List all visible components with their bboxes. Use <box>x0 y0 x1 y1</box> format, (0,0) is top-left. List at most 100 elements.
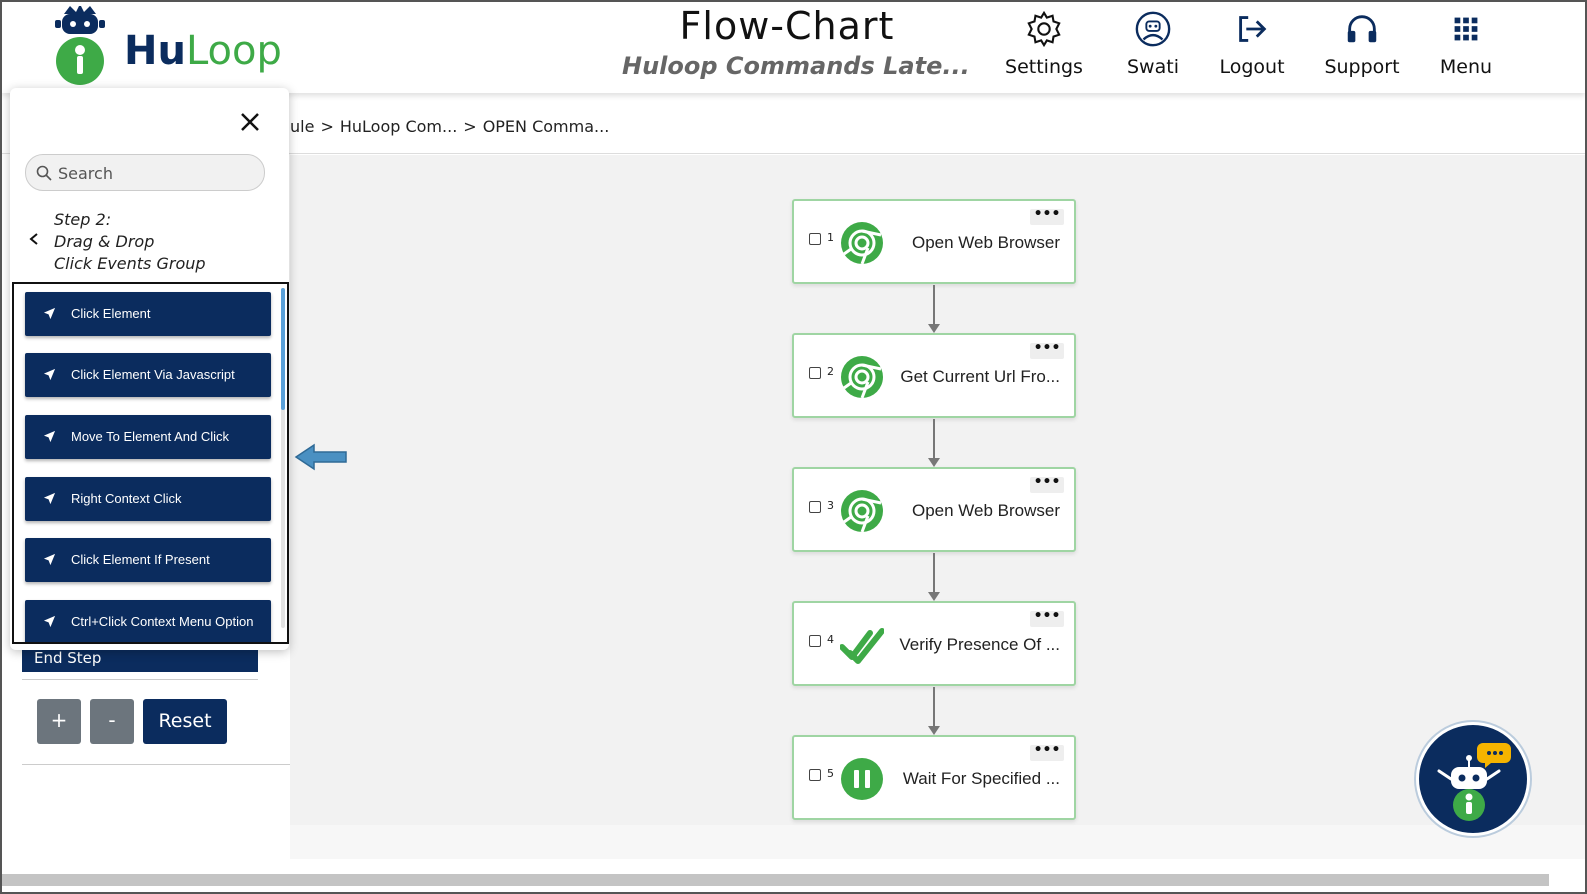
search-icon <box>36 165 52 181</box>
logout-icon <box>1239 16 1267 42</box>
double-check-icon <box>840 628 884 664</box>
node-checkbox[interactable] <box>809 233 821 245</box>
page-subtitle: Huloop Commands Late... <box>622 52 970 80</box>
chevron-left-icon[interactable] <box>28 232 40 246</box>
node-menu-button[interactable]: ••• <box>1030 475 1064 493</box>
chrome-icon <box>841 356 883 399</box>
nav-logout[interactable]: Logout <box>1197 10 1307 78</box>
grid-menu-icon <box>1454 17 1478 41</box>
huloop-logo[interactable]: HuLoop <box>52 4 292 86</box>
app-window: HuLoop Flow-Chart Huloop Commands Late..… <box>0 0 1587 894</box>
nav-user-label: Swati <box>1127 56 1179 78</box>
chrome-icon <box>841 222 883 265</box>
node-checkbox[interactable] <box>809 635 821 647</box>
headphones-icon <box>1347 15 1377 43</box>
flow-arrowhead <box>928 458 940 467</box>
node-label: Get Current Url Fro... <box>900 367 1060 386</box>
left-arrow-icon <box>294 443 347 471</box>
canvas-footer <box>290 825 1585 859</box>
command-label: Click Element Via Javascript <box>71 367 235 382</box>
step-group-name: Click Events Group <box>54 254 206 273</box>
flow-arrowhead <box>928 592 940 601</box>
node-label: Open Web Browser <box>911 501 1060 520</box>
command-panel: Step 2: Drag & Drop Click Events Group C… <box>10 88 289 650</box>
command-item[interactable]: Click Element Via Javascript <box>25 353 271 397</box>
navigation-arrow-icon <box>43 368 56 381</box>
zoom-in-button[interactable]: + <box>37 699 81 744</box>
chatbot-robot-icon <box>1437 743 1511 821</box>
node-checkbox[interactable] <box>809 501 821 513</box>
breadcrumb: ule > HuLoop Com... > OPEN Comma... <box>290 117 609 136</box>
flow-arrowhead <box>928 324 940 333</box>
command-item[interactable]: Click Element If Present <box>25 538 271 582</box>
horizontal-scrollbar[interactable] <box>2 874 1549 886</box>
zoom-out-button[interactable]: - <box>90 699 134 744</box>
nav-settings-label: Settings <box>1005 56 1083 78</box>
flow-node-3[interactable]: ••• 3 Open Web Browser <box>792 467 1076 552</box>
command-label: Ctrl+Click Context Menu Option <box>71 614 254 629</box>
command-item[interactable]: Click Element <box>25 292 271 336</box>
breadcrumb-item[interactable]: HuLoop Com... <box>340 117 457 136</box>
nav-settings[interactable]: Settings <box>989 10 1099 78</box>
flow-node-1[interactable]: ••• 1 Open Web Browser <box>792 199 1076 284</box>
node-label: Wait For Specified ... <box>902 769 1060 788</box>
nav-menu-label: Menu <box>1439 56 1493 78</box>
flow-node-4[interactable]: ••• 4 Verify Presence Of ... <box>792 601 1076 686</box>
breadcrumb-separator: > <box>320 117 334 136</box>
command-label: Move To Element And Click <box>71 429 229 444</box>
node-number: 5 <box>827 767 834 780</box>
command-list[interactable]: Click Element Click Element Via Javascri… <box>12 282 289 644</box>
node-menu-button[interactable]: ••• <box>1030 207 1064 225</box>
command-label: Click Element <box>71 306 151 321</box>
node-number: 4 <box>827 633 834 646</box>
scrollbar-thumb[interactable] <box>281 288 285 410</box>
command-item[interactable]: Move To Element And Click <box>25 415 271 459</box>
node-checkbox[interactable] <box>809 769 821 781</box>
chrome-icon <box>841 490 883 533</box>
search-box <box>25 154 265 191</box>
command-item[interactable]: Right Context Click <box>25 477 271 521</box>
nav-user[interactable]: Swati <box>1098 10 1208 78</box>
navigation-arrow-icon <box>43 492 56 505</box>
node-label: Open Web Browser <box>911 233 1060 252</box>
step-instructions: Step 2: Drag & Drop Click Events Group <box>54 209 206 275</box>
breadcrumb-separator: > <box>463 117 477 136</box>
logo-loop: Loop <box>185 28 282 74</box>
nav-menu[interactable]: Menu <box>1411 10 1521 78</box>
flow-connector <box>933 553 935 593</box>
node-number: 2 <box>827 365 834 378</box>
top-header: HuLoop Flow-Chart Huloop Commands Late..… <box>2 2 1585 93</box>
navigation-arrow-icon <box>43 430 56 443</box>
node-label: Verify Presence Of ... <box>899 635 1060 654</box>
nav-support-label: Support <box>1324 56 1400 78</box>
logo-text: HuLoop <box>124 28 282 74</box>
navigation-arrow-icon <box>43 307 56 320</box>
chatbot-button[interactable] <box>1416 722 1530 836</box>
navigation-arrow-icon <box>43 553 56 566</box>
node-menu-button[interactable]: ••• <box>1030 743 1064 761</box>
breadcrumb-item[interactable]: ule <box>290 117 314 136</box>
robot-logo-icon <box>55 4 105 85</box>
nav-support[interactable]: Support <box>1307 10 1417 78</box>
node-checkbox[interactable] <box>809 367 821 379</box>
flow-connector <box>933 419 935 459</box>
command-item[interactable]: Ctrl+Click Context Menu Option <box>25 600 271 642</box>
user-robot-icon <box>1135 11 1171 47</box>
flow-node-5[interactable]: ••• 5 Wait For Specified ... <box>792 735 1076 820</box>
logo-hu: Hu <box>124 28 186 74</box>
flow-node-2[interactable]: ••• 2 Get Current Url Fro... <box>792 333 1076 418</box>
close-icon[interactable] <box>238 110 262 134</box>
command-label: Click Element If Present <box>71 552 210 567</box>
page-title: Flow-Chart <box>679 4 895 48</box>
node-menu-button[interactable]: ••• <box>1030 341 1064 359</box>
reset-button[interactable]: Reset <box>143 699 227 744</box>
navigation-arrow-icon <box>43 615 56 628</box>
divider <box>22 764 290 765</box>
step-line: Drag & Drop <box>54 232 155 251</box>
search-input[interactable] <box>58 160 253 186</box>
node-number: 3 <box>827 499 834 512</box>
flow-connector <box>933 285 935 325</box>
breadcrumb-item-current: OPEN Comma... <box>482 117 610 136</box>
node-menu-button[interactable]: ••• <box>1030 609 1064 627</box>
divider <box>22 679 258 680</box>
